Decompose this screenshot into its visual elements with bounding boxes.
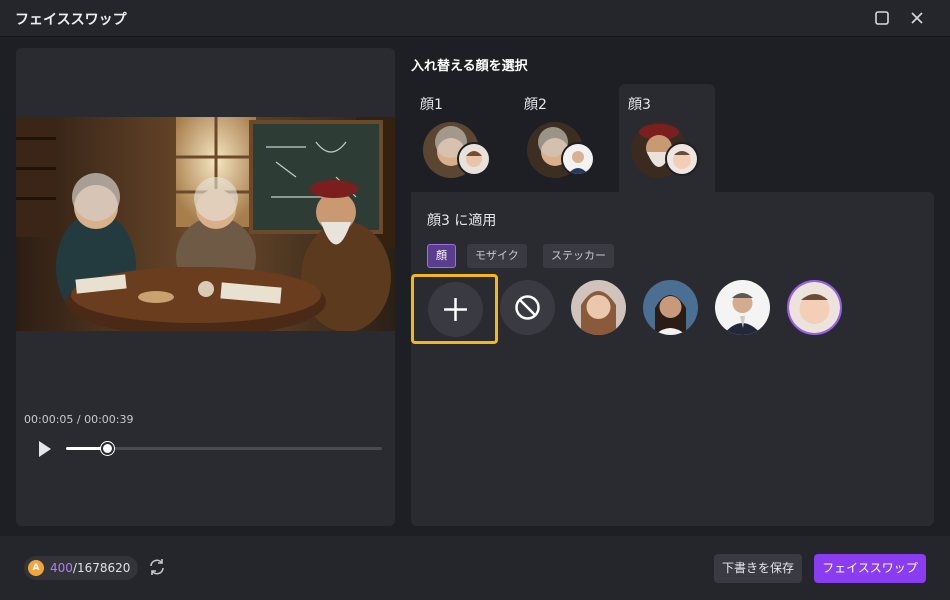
tab-face-2[interactable]: 顔2 <box>515 84 611 192</box>
credits-badge: A 400 /1678620 <box>24 556 139 580</box>
tab-label: 顔2 <box>524 97 547 113</box>
title-bar: フェイススワップ <box>0 0 950 37</box>
face-option-woman-1[interactable] <box>571 280 626 335</box>
tab-label: 顔3 <box>628 97 651 113</box>
credits-total: /1678620 <box>72 561 131 575</box>
face-selector-heading: 入れ替える顔を選択 <box>411 59 528 74</box>
mode-face-chip[interactable]: 顔 <box>427 244 456 268</box>
seek-bar[interactable] <box>66 442 382 455</box>
ban-icon <box>515 295 540 320</box>
tab-label: 顔1 <box>420 97 443 113</box>
face-swap-button[interactable]: フェイススワップ <box>814 554 926 583</box>
credits-used: 400 <box>50 561 73 575</box>
tab-face-3[interactable]: 顔3 <box>619 84 715 192</box>
window-title: フェイススワップ <box>15 12 127 28</box>
add-face-circle <box>428 282 483 337</box>
face-option-woman-2[interactable] <box>643 280 698 335</box>
apply-panel: 顔3 に適用 顔 モザイク ステッカー <box>411 192 934 526</box>
face-option-baby[interactable] <box>787 280 842 335</box>
coin-icon: A <box>28 560 44 576</box>
playback-time: 00:00:05 / 00:00:39 <box>24 413 134 426</box>
mode-mosaic-chip[interactable]: モザイク <box>467 244 527 268</box>
maximize-icon[interactable] <box>873 9 891 27</box>
tab-face-1[interactable]: 顔1 <box>411 84 507 192</box>
no-face-button[interactable] <box>500 280 555 335</box>
play-icon[interactable] <box>38 440 52 458</box>
face-option-man[interactable] <box>715 280 770 335</box>
face-2-target-avatar <box>561 142 595 176</box>
close-icon[interactable] <box>908 9 926 27</box>
preview-panel: 00:00:05 / 00:00:39 <box>16 48 395 526</box>
mode-sticker-chip[interactable]: ステッカー <box>543 244 614 268</box>
apply-target-label: 顔3 に適用 <box>427 213 497 229</box>
refresh-icon[interactable] <box>148 558 166 576</box>
seek-bar-handle[interactable] <box>101 442 115 455</box>
footer-bar: A 400 /1678620 下書きを保存 フェイススワップ <box>0 536 950 600</box>
add-face-button[interactable] <box>411 274 498 344</box>
save-draft-button[interactable]: 下書きを保存 <box>714 554 802 583</box>
video-preview <box>16 117 395 331</box>
face-3-target-avatar <box>665 142 699 176</box>
face-1-target-avatar <box>457 142 491 176</box>
plus-icon <box>444 298 467 321</box>
